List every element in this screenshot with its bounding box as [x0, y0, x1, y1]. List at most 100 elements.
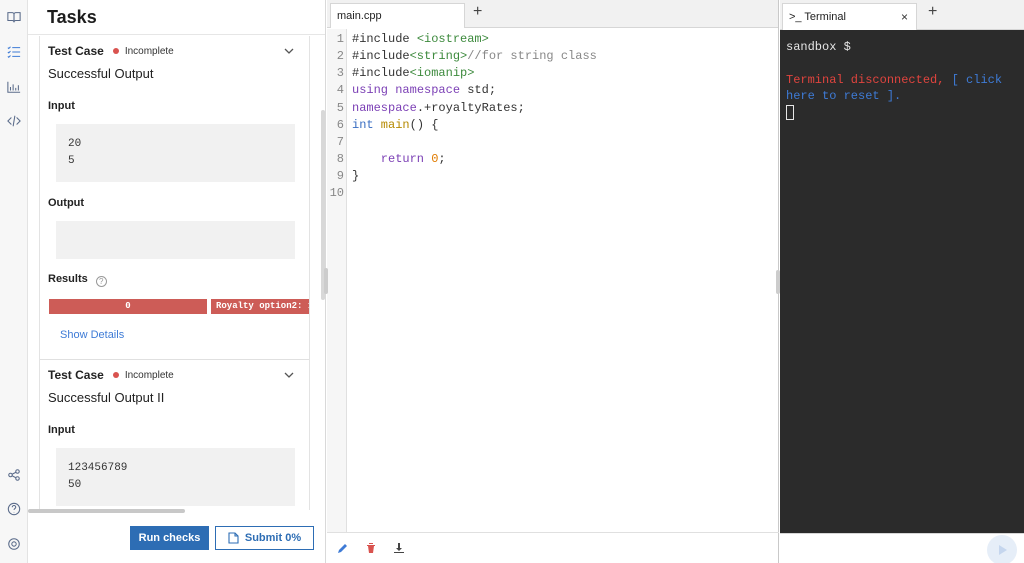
code-token: #include [352, 32, 417, 46]
terminal-tabbar: >_ Terminal × + [780, 0, 1024, 30]
output-label: Output [48, 197, 85, 209]
line-number: 8 [336, 152, 344, 166]
code-token: main [373, 118, 410, 132]
left-rail [0, 0, 28, 563]
test-case-1: Test Case Incomplete Successful Output I… [40, 36, 309, 360]
test-case-2: Test Case Incomplete Successful Output I… [40, 360, 309, 506]
code-line: return 0; [352, 152, 446, 166]
file-icon [228, 532, 239, 544]
run-checks-button[interactable]: Run checks [130, 526, 209, 550]
test-case-name: Successful Output II [48, 390, 165, 405]
test-case-name: Successful Output [48, 66, 154, 81]
line-number: 9 [336, 169, 344, 183]
terminal-error: Terminal disconnected, [ click [786, 72, 1018, 88]
show-details-link[interactable]: Show Details [60, 329, 309, 345]
code-line: #include<string>//for string class [352, 49, 597, 63]
tasks-list[interactable]: Test Case Incomplete Successful Output I… [39, 36, 310, 510]
code-line: #include<iomanip> [352, 66, 474, 80]
code-token: return [352, 152, 432, 166]
book-icon[interactable] [4, 7, 24, 27]
test-case-header[interactable]: Test Case Incomplete [48, 36, 309, 66]
settings-icon[interactable] [4, 534, 24, 554]
input-box: 20 5 [56, 124, 295, 182]
tab-terminal[interactable]: >_ Terminal × [782, 3, 917, 30]
code-editor: main.cpp + 1 2 3 4 5 6 7 8 9 10 #include… [324, 0, 780, 563]
terminal-tab-label: >_ Terminal [789, 11, 846, 23]
close-icon[interactable]: × [901, 10, 908, 24]
tab-main-cpp[interactable]: main.cpp [330, 3, 465, 28]
chevron-down-icon[interactable] [283, 45, 295, 57]
tasks-list-icon[interactable] [4, 42, 24, 62]
editor-tabbar: main.cpp + [327, 0, 778, 28]
chevron-down-icon[interactable] [283, 369, 295, 381]
terminal-cursor-line [786, 104, 1018, 120]
input-line: 123456789 [68, 462, 128, 474]
results-label: Results [48, 273, 88, 285]
reset-link[interactable]: [ click [952, 73, 1002, 87]
status-dot [112, 48, 119, 54]
status-badge: Incomplete [124, 369, 174, 381]
line-number: 4 [336, 83, 344, 97]
terminal-footer [780, 533, 1024, 563]
line-number: 7 [336, 135, 344, 149]
input-line: 5 [68, 155, 75, 167]
line-gutter: 1 2 3 4 5 6 7 8 9 10 [327, 29, 347, 532]
code-token: std; [467, 83, 497, 97]
download-icon[interactable] [393, 542, 405, 554]
code-token: #include [352, 66, 410, 80]
line-number: 2 [336, 49, 344, 63]
help-icon[interactable] [4, 499, 24, 519]
status-badge: Incomplete [124, 45, 174, 57]
code-line: #include <iostream> [352, 32, 489, 46]
error-text: Terminal disconnected, [786, 73, 952, 87]
trash-icon[interactable] [365, 542, 377, 554]
line-number: 5 [336, 101, 344, 115]
add-tab-icon[interactable]: + [473, 3, 482, 21]
terminal-output[interactable]: sandbox $ Terminal disconnected, [ click… [780, 30, 1024, 533]
help-circle-icon[interactable]: ? [95, 275, 107, 287]
code-token: #include [352, 49, 410, 63]
code-line: int main() { [352, 118, 438, 132]
code-token: .+royaltyRates; [416, 101, 525, 115]
input-line: 20 [68, 138, 82, 150]
horizontal-scrollbar[interactable] [28, 509, 185, 513]
reset-link-cont[interactable]: here to reset ]. [786, 88, 1018, 104]
code-line: } [352, 169, 359, 183]
input-line: 50 [68, 479, 82, 491]
play-icon [999, 545, 1007, 555]
editor-footer [327, 532, 779, 563]
line-number: 1 [336, 32, 344, 46]
terminal-cursor [786, 105, 794, 120]
test-case-header[interactable]: Test Case Incomplete [48, 360, 309, 390]
input-label: Input [48, 100, 75, 112]
result-bar: Royalty option2: 1 [211, 299, 309, 314]
code-icon[interactable] [4, 111, 24, 131]
add-tab-icon[interactable]: + [928, 3, 937, 21]
code-line: namespace.+royaltyRates; [352, 101, 525, 115]
code-token: ; [438, 152, 446, 166]
app-window: Tasks Test Case Incomplete Successful Ou… [0, 0, 1024, 563]
line-number: 6 [336, 118, 344, 132]
input-label: Input [48, 424, 75, 436]
results-bars: 0 Royalty option2: 1 [49, 299, 309, 315]
code-token: () { [409, 118, 439, 132]
code-token: } [352, 169, 360, 183]
code-token: //for string class [467, 49, 597, 63]
terminal-panel: >_ Terminal × + sandbox $ Terminal disco… [780, 0, 1024, 563]
line-number: 10 [329, 186, 344, 200]
submit-button[interactable]: Submit 0% [215, 526, 314, 550]
pencil-icon[interactable] [337, 542, 349, 554]
output-box [56, 221, 295, 259]
tasks-title: Tasks [47, 6, 97, 27]
tasks-header: Tasks [28, 0, 325, 35]
result-bar: 0 [49, 299, 207, 314]
terminal-prompt: sandbox $ [786, 40, 851, 54]
tasks-panel: Tasks Test Case Incomplete Successful Ou… [28, 0, 326, 563]
share-icon[interactable] [4, 465, 24, 485]
chart-icon[interactable] [4, 77, 24, 97]
play-button[interactable] [987, 535, 1017, 563]
resize-handle[interactable] [324, 268, 328, 294]
test-case-label: Test Case [48, 44, 104, 58]
test-case-label: Test Case [48, 368, 104, 382]
submit-label: Submit 0% [244, 532, 302, 544]
